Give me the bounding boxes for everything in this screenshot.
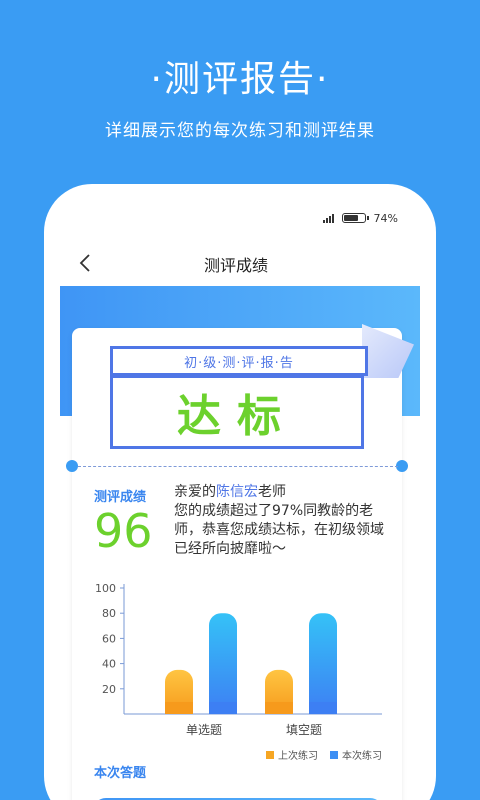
bar-this-0 (209, 613, 237, 714)
legend-label: 本次练习 (342, 749, 382, 762)
report-label-text: 初·级·测·评·报·告 (184, 355, 294, 371)
x-tick-label: 填空题 (286, 723, 322, 737)
perforation-divider (78, 466, 398, 467)
message-suffix: 老师 (258, 484, 286, 500)
status-bar: 74% (322, 210, 398, 226)
page-title: 测评成绩 (203, 256, 268, 275)
battery-level (343, 215, 359, 221)
legend-swatch (266, 751, 274, 759)
bar-base-1-0 (209, 702, 237, 714)
y-tick-label: 40 (102, 658, 116, 671)
bar-base-1-1 (309, 702, 337, 714)
bar-base-0-1 (265, 702, 293, 714)
message-prefix: 亲爱的 (174, 484, 216, 500)
x-tick-label: 单选题 (186, 723, 222, 737)
message-body: 您的成绩超过了97%同教龄的老师，恭喜您成绩达标，在初级领域已经所向披靡啦～ (174, 503, 384, 557)
bar-this-1 (309, 613, 337, 714)
congrats-message: 亲爱的陈信宏老师 您的成绩超过了97%同教龄的老师，恭喜您成绩达标，在初级领域已… (174, 483, 394, 559)
report-card: 达标 初·级·测·评·报·告 测评成绩 96 亲爱的陈信宏老师 您的成绩超过了9… (66, 324, 414, 800)
phone-screen: 74% 测评成绩 达标 初·级·测·评·报·告 测评成绩 96 亲爱的陈信宏老师… (60, 200, 420, 800)
banner-title: ·测评报告· (150, 59, 330, 100)
bar-base-0-0 (165, 702, 193, 714)
comparison-bar-chart: 20 40 60 80 100 单选题 填空题上次练习 本次练习 (95, 582, 382, 762)
battery-icon (341, 213, 369, 223)
result-stamp: 达标 (110, 375, 364, 449)
phone-frame: 74% 测评成绩 达标 初·级·测·评·报·告 测评成绩 96 亲爱的陈信宏老师… (44, 184, 436, 800)
legend-swatch (330, 751, 338, 759)
section-title: 本次答题 (94, 766, 147, 781)
nav-bar: 测评成绩 (60, 242, 420, 284)
y-tick-label: 100 (95, 582, 116, 595)
y-tick-label: 80 (102, 607, 116, 620)
ticket-notch-left (66, 460, 78, 472)
score-value: 96 (94, 504, 153, 558)
y-tick-label: 60 (102, 632, 116, 645)
battery-text: 74% (373, 211, 398, 225)
teacher-name: 陈信宏 (216, 484, 258, 500)
score-label: 测评成绩 (94, 490, 147, 505)
y-tick-label: 20 (102, 683, 116, 696)
banner-subtitle: 详细展示您的每次练习和测评结果 (105, 121, 375, 141)
legend-label: 上次练习 (278, 749, 318, 762)
result-text: 达标 (177, 391, 297, 442)
signal-icon (322, 213, 334, 223)
report-label: 初·级·测·评·报·告 (110, 346, 368, 376)
